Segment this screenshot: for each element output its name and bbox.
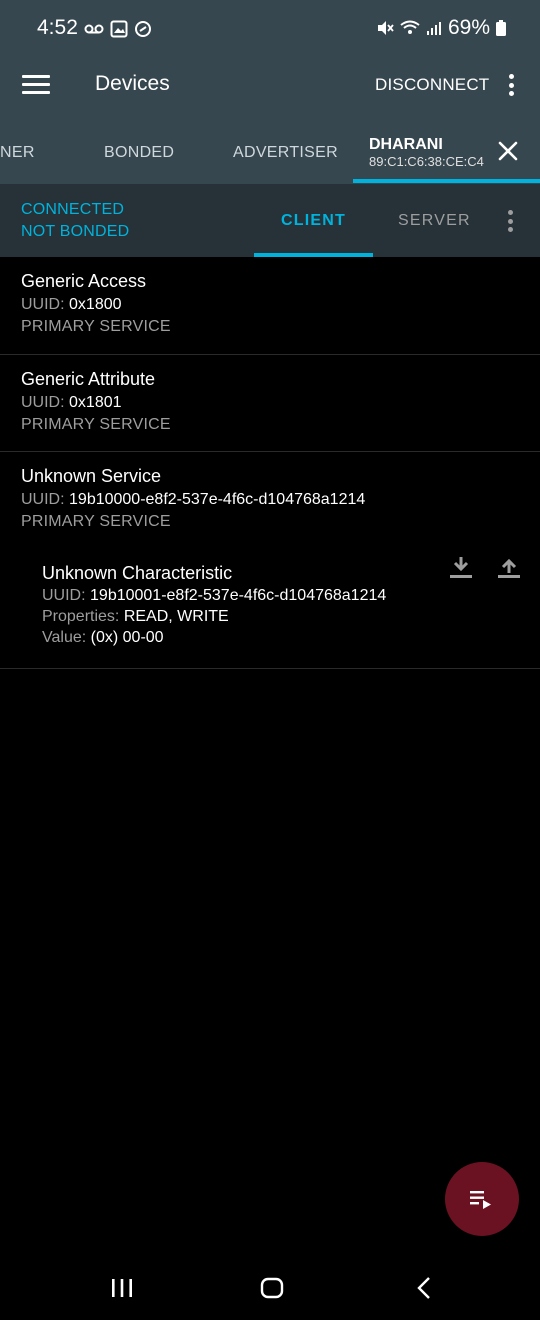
close-icon[interactable] — [497, 140, 519, 162]
service-type: PRIMARY SERVICE — [21, 416, 171, 433]
service-uuid: UUID: 0x1800 — [21, 296, 122, 313]
system-nav-bar — [0, 1256, 540, 1320]
tab-bonded[interactable]: BONDED — [104, 144, 174, 162]
battery-icon — [496, 20, 506, 36]
log-fab-button[interactable] — [445, 1162, 519, 1236]
status-bar: 4:52 69% — [0, 0, 540, 58]
service-type: PRIMARY SERVICE — [21, 513, 171, 530]
status-right-icons: 69% — [376, 16, 506, 40]
tab-advertiser[interactable]: ADVERTISER — [233, 144, 338, 162]
characteristic-name: Unknown Characteristic — [42, 563, 233, 583]
characteristic-uuid: UUID: 19b10001-e8f2-537e-4f6c-d104768a12… — [42, 587, 387, 604]
connection-status: CONNECTED — [21, 201, 125, 218]
more-options-icon[interactable] — [505, 71, 517, 99]
device-address: 89:C1:C6:38:CE:C4 — [369, 154, 484, 169]
divider — [0, 668, 540, 669]
status-left-icons — [84, 20, 152, 38]
menu-icon[interactable] — [22, 72, 50, 98]
disconnect-button[interactable]: DISCONNECT — [375, 75, 489, 95]
mute-icon — [377, 21, 394, 35]
back-icon[interactable] — [410, 1274, 438, 1302]
service-type: PRIMARY SERVICE — [21, 318, 171, 335]
page-title: Devices — [95, 72, 170, 95]
tab-device[interactable]: DHARANI 89:C1:C6:38:CE:C4 — [353, 112, 540, 184]
playlist-play-icon — [470, 1191, 491, 1209]
tab-client-label: CLIENT — [281, 212, 346, 229]
battery-percent: 69% — [447, 16, 490, 39]
home-icon[interactable] — [258, 1274, 286, 1302]
app-bar: Devices DISCONNECT — [0, 58, 540, 112]
link-icon — [135, 21, 151, 37]
service-item[interactable]: Generic Access UUID: 0x1800 PRIMARY SERV… — [0, 257, 540, 354]
device-name: DHARANI — [369, 136, 443, 153]
tab-server[interactable]: SERVER — [398, 212, 471, 230]
service-name: Generic Access — [21, 271, 147, 291]
tab-scanner[interactable]: NER — [0, 144, 35, 162]
device-tabs: NER BONDED ADVERTISER DHARANI 89:C1:C6:3… — [0, 112, 540, 184]
image-icon — [110, 20, 128, 38]
connection-more-icon[interactable] — [505, 208, 515, 234]
download-icon[interactable] — [447, 553, 475, 581]
service-item[interactable]: Unknown Service UUID: 19b10000-e8f2-537e… — [0, 452, 540, 547]
service-name: Unknown Service — [21, 466, 162, 486]
wifi-icon — [400, 20, 420, 34]
voicemail-icon — [84, 24, 104, 34]
recent-apps-icon[interactable] — [108, 1274, 136, 1302]
characteristic-value: Value: (0x) 00-00 — [42, 629, 164, 646]
service-item[interactable]: Generic Attribute UUID: 0x1801 PRIMARY S… — [0, 355, 540, 451]
signal-icon — [426, 22, 441, 35]
connection-bar: CONNECTED NOT BONDED CLIENT SERVER — [0, 184, 540, 257]
upload-icon[interactable] — [495, 553, 523, 581]
tab-indicator — [353, 179, 540, 183]
bond-status: NOT BONDED — [21, 223, 130, 240]
service-uuid: UUID: 0x1801 — [21, 394, 122, 411]
service-uuid: UUID: 19b10000-e8f2-537e-4f6c-d104768a12… — [21, 491, 366, 508]
characteristic-item[interactable]: Unknown Characteristic UUID: 19b10001-e8… — [42, 563, 386, 647]
characteristic-properties: Properties: READ, WRITE — [42, 608, 229, 625]
tab-client[interactable]: CLIENT — [254, 184, 373, 257]
status-time: 4:52 — [37, 16, 78, 39]
service-name: Generic Attribute — [21, 369, 156, 389]
